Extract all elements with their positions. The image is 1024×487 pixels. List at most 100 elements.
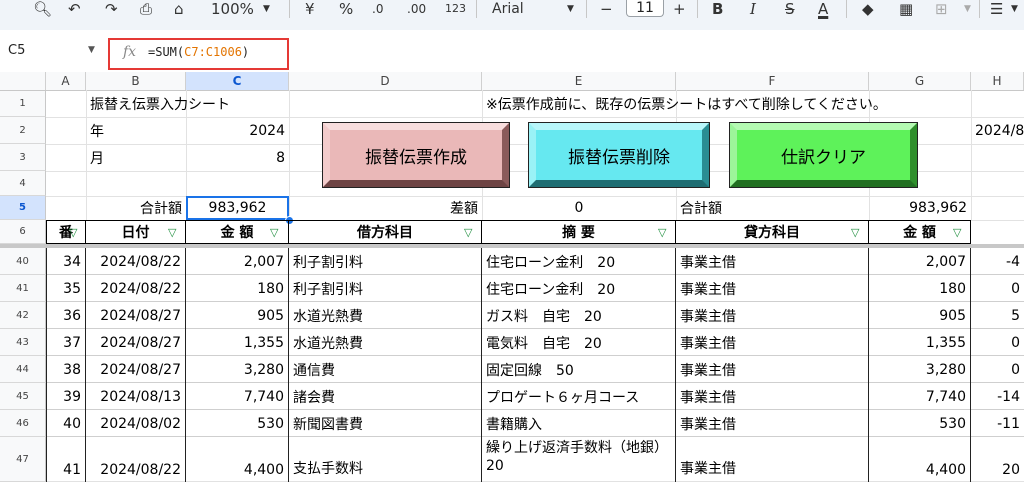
text-color-button[interactable]: A [818,0,828,18]
entry-date[interactable]: 2024/08/27 [86,302,186,329]
description[interactable]: 繰り上げ返済手数料（地銀）20 [482,437,676,482]
debit-amount[interactable]: 2,007 [186,248,289,275]
credit-account[interactable]: 事業主借 [676,248,869,275]
debit-amount[interactable]: 7,740 [186,383,289,410]
entry-number[interactable]: 37 [46,329,86,356]
credit-amount[interactable]: 7,740 [869,383,971,410]
entry-number[interactable]: 41 [46,437,86,482]
filter-icon[interactable]: ▽ [464,226,472,239]
filter-icon[interactable]: ▽ [270,226,278,239]
credit-amount[interactable]: 530 [869,410,971,437]
credit-amount[interactable]: 3,280 [869,356,971,383]
currency-button[interactable]: ¥ [305,0,315,18]
debit-account[interactable]: 支払手数料 [289,437,482,482]
debit-account[interactable]: 新聞図書費 [289,410,482,437]
credit-amount[interactable]: 180 [869,275,971,302]
description[interactable]: 住宅ローン金利 20 [482,275,676,302]
borders-icon[interactable]: ▦ [899,0,913,18]
fill-color-icon[interactable]: ◆ [862,0,874,18]
column-h-value[interactable]: -14 [971,383,1024,410]
description[interactable]: プロゲート６ヶ月コース [482,383,676,410]
column-header-f[interactable]: F [676,72,869,90]
font-size-input[interactable]: 11 [626,0,664,17]
merge-chevron-icon[interactable]: ▼ [964,0,971,18]
column-header-h[interactable]: H [971,72,1024,90]
description[interactable]: 電気料 自宅 20 [482,329,676,356]
entry-date[interactable]: 2024/08/02 [86,410,186,437]
column-header-a[interactable]: A [46,72,86,90]
filter-icon[interactable]: ▽ [168,226,176,239]
row-header[interactable]: 41 [0,275,46,302]
font-select[interactable]: Arial [492,0,524,18]
row-header[interactable]: 45 [0,383,46,410]
font-size-increase-button[interactable]: + [673,0,686,18]
debit-amount[interactable]: 4,400 [186,437,289,482]
credit-account[interactable]: 事業主借 [676,356,869,383]
description[interactable]: 書籍購入 [482,410,676,437]
column-header-e[interactable]: E [482,72,676,90]
zoom-chevron-icon[interactable]: ▼ [263,0,270,18]
print-icon[interactable]: ⎙ [140,0,152,18]
description[interactable]: 固定回線 50 [482,356,676,383]
row-header[interactable]: 2 [0,117,46,144]
merge-cells-icon[interactable]: ⊞ [935,0,948,18]
decrease-decimal-button[interactable]: .0 [372,0,383,18]
debit-account[interactable]: 通信費 [289,356,482,383]
debit-amount[interactable]: 905 [186,302,289,329]
font-size-decrease-button[interactable]: − [600,0,613,18]
credit-amount[interactable]: 4,400 [869,437,971,482]
entry-date[interactable]: 2024/08/27 [86,329,186,356]
year-value[interactable]: 2024 [186,117,289,144]
column-header-d[interactable]: D [289,72,482,90]
debit-account[interactable]: 諸会費 [289,383,482,410]
bold-button[interactable]: B [712,0,723,18]
entry-number[interactable]: 39 [46,383,86,410]
credit-account[interactable]: 事業主借 [676,437,869,482]
create-voucher-button[interactable]: 振替伝票作成 [322,122,510,188]
entry-date[interactable]: 2024/08/27 [86,356,186,383]
credit-amount[interactable]: 1,355 [869,329,971,356]
column-h-value[interactable]: 0 [971,356,1024,383]
column-h-value[interactable]: 0 [971,329,1024,356]
entry-date[interactable]: 2024/08/22 [86,248,186,275]
clear-entries-button[interactable]: 仕訳クリア [729,122,918,188]
redo-icon[interactable]: ↷ [105,0,118,18]
name-box-chevron-icon[interactable]: ▼ [88,45,95,55]
row-header[interactable]: 42 [0,302,46,329]
date-value-h2[interactable]: 2024/8 [971,117,1024,144]
debit-account[interactable]: 水道光熱費 [289,302,482,329]
credit-amount[interactable]: 905 [869,302,971,329]
strikethrough-button[interactable]: S [785,0,795,18]
entry-number[interactable]: 34 [46,248,86,275]
entry-date[interactable]: 2024/08/22 [86,275,186,302]
debit-amount[interactable]: 1,355 [186,329,289,356]
column-header-c[interactable]: C [186,72,289,90]
select-all-corner[interactable] [0,72,46,90]
debit-amount[interactable]: 3,280 [186,356,289,383]
row-header[interactable]: 44 [0,356,46,383]
more-formats-button[interactable]: 123 [445,0,466,18]
month-value[interactable]: 8 [186,144,289,171]
column-h-value[interactable]: 20 [971,437,1024,482]
difference-value[interactable]: 0 [482,196,676,220]
row-header[interactable]: 1 [0,91,46,117]
credit-account[interactable]: 事業主借 [676,383,869,410]
row-header[interactable]: 3 [0,144,46,171]
debit-account[interactable]: 水道光熱費 [289,329,482,356]
credit-amount[interactable]: 2,007 [869,248,971,275]
row-header[interactable]: 5 [0,196,46,220]
credit-account[interactable]: 事業主借 [676,302,869,329]
credit-account[interactable]: 事業主借 [676,329,869,356]
description[interactable]: 住宅ローン金利 20 [482,248,676,275]
filter-icon[interactable]: ▽ [69,226,77,239]
increase-decimal-button[interactable]: .00 [407,0,426,18]
align-left-icon[interactable]: ☰ [990,0,1003,18]
column-header-g[interactable]: G [869,72,971,90]
entry-number[interactable]: 35 [46,275,86,302]
filter-icon[interactable]: ▽ [953,226,961,239]
search-icon[interactable]: 🔍︎ [33,0,52,18]
column-h-value[interactable]: 5 [971,302,1024,329]
row-header[interactable]: 4 [0,171,46,196]
formula-input[interactable]: =SUM(C7:C1006) [148,45,249,59]
row-header[interactable]: 6 [0,220,46,244]
